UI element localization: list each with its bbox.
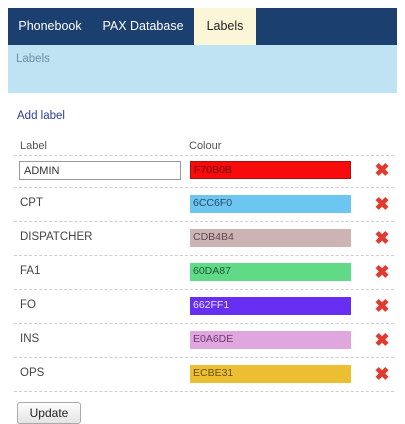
delete-label-icon[interactable]: ✖	[374, 365, 390, 383]
tab-phonebook[interactable]: Phonebook	[8, 8, 92, 45]
row-divider	[14, 289, 394, 290]
delete-label-icon[interactable]: ✖	[374, 297, 390, 315]
delete-label-icon[interactable]: ✖	[374, 161, 390, 179]
tab-labels[interactable]: Labels	[194, 8, 256, 45]
colour-picker[interactable]: CDB4B4	[190, 229, 351, 247]
banner-title: Labels	[16, 53, 50, 65]
row-divider	[14, 357, 394, 358]
add-label-link[interactable]: Add label	[17, 110, 65, 122]
row-divider	[14, 323, 394, 324]
row-divider	[14, 255, 394, 256]
delete-label-icon[interactable]: ✖	[374, 263, 390, 281]
tab-pax-database[interactable]: PAX Database	[94, 8, 192, 45]
delete-label-icon[interactable]: ✖	[374, 229, 390, 247]
label-name[interactable]: CPT	[20, 197, 43, 209]
header-divider	[14, 155, 394, 156]
label-name[interactable]: OPS	[20, 367, 44, 379]
label-name[interactable]: INS	[20, 333, 39, 345]
colour-picker[interactable]: 60DA87	[190, 263, 351, 281]
row-divider	[14, 391, 394, 392]
row-divider	[14, 187, 394, 188]
colour-picker[interactable]: F70B0B	[190, 161, 351, 179]
label-name[interactable]: DISPATCHER	[20, 231, 92, 243]
label-name[interactable]: FO	[20, 299, 36, 311]
section-banner: Labels	[8, 45, 397, 93]
label-name-input[interactable]	[19, 161, 181, 180]
column-header-label: Label	[20, 140, 47, 152]
colour-picker[interactable]: ECBE31	[190, 365, 351, 383]
delete-label-icon[interactable]: ✖	[374, 331, 390, 349]
column-header-colour: Colour	[189, 140, 222, 152]
row-divider	[14, 221, 394, 222]
delete-label-icon[interactable]: ✖	[374, 195, 390, 213]
colour-picker[interactable]: E0A6DE	[190, 331, 351, 349]
colour-picker[interactable]: 662FF1	[190, 297, 351, 315]
colour-picker[interactable]: 6CC6F0	[190, 195, 351, 213]
label-name[interactable]: FA1	[20, 265, 40, 277]
